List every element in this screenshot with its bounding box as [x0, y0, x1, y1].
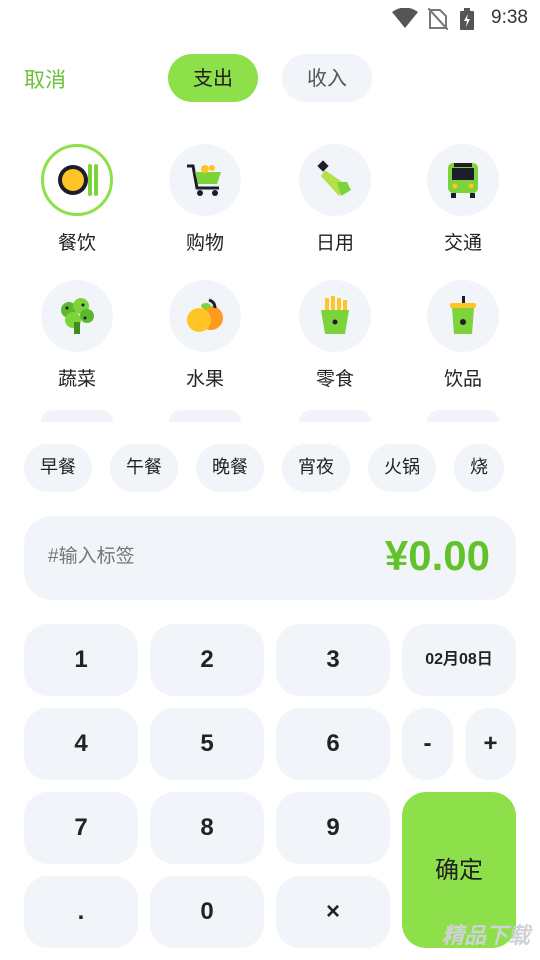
no-sim-icon: [428, 8, 448, 30]
tag-chip[interactable]: 晚餐: [196, 444, 264, 492]
fruit-icon: [169, 280, 241, 352]
cancel-button[interactable]: 取消: [24, 64, 66, 94]
category-label: 餐饮: [57, 232, 96, 254]
category-daily-use[interactable]: 日用: [280, 144, 390, 255]
category-label: 饮品: [443, 368, 482, 390]
category-label: 零食: [315, 368, 354, 390]
key-dot[interactable]: .: [24, 876, 138, 948]
key-1[interactable]: 1: [24, 624, 138, 696]
clock-time: 9:38: [491, 7, 528, 28]
amount-display: ¥0.00: [384, 532, 490, 579]
category-label: 水果: [185, 368, 224, 390]
date-picker-button[interactable]: 02月08日: [402, 624, 516, 696]
bus-icon: [427, 144, 499, 216]
minus-button[interactable]: -: [402, 708, 453, 780]
tag-list: 早餐 午餐 晚餐 宵夜 火锅烧: [24, 444, 516, 492]
tag-input[interactable]: [48, 546, 268, 568]
category-label: 日用: [315, 232, 354, 254]
key-5[interactable]: 5: [150, 708, 264, 780]
drink-icon: [427, 280, 499, 352]
key-9[interactable]: 9: [276, 792, 390, 864]
category-shopping[interactable]: 购物: [150, 144, 260, 255]
category-transport[interactable]: 交通: [408, 144, 518, 255]
category-snacks[interactable]: 零食: [280, 280, 390, 391]
category-label: 购物: [185, 232, 224, 254]
category-dining[interactable]: 餐饮: [22, 144, 132, 255]
category-fruit[interactable]: 水果: [150, 280, 260, 391]
plus-button[interactable]: +: [465, 708, 516, 780]
key-7[interactable]: 7: [24, 792, 138, 864]
tab-expense[interactable]: 支出: [168, 54, 258, 102]
category-vegetables[interactable]: 蔬菜: [22, 280, 132, 391]
toothpaste-icon: [299, 144, 371, 216]
key-6[interactable]: 6: [276, 708, 390, 780]
battery-icon: [460, 8, 474, 30]
status-bar: 9:38: [0, 0, 540, 36]
category-label: 交通: [443, 232, 482, 254]
tag-chip[interactable]: 火锅: [368, 444, 436, 492]
key-3[interactable]: 3: [276, 624, 390, 696]
backspace-button[interactable]: ×: [276, 876, 390, 948]
tag-chip[interactable]: 烧: [454, 444, 504, 492]
key-0[interactable]: 0: [150, 876, 264, 948]
meal-icon: [41, 144, 113, 216]
key-8[interactable]: 8: [150, 792, 264, 864]
watermark-logo: 精品下载: [441, 924, 530, 949]
amount-row: ¥0.00: [24, 516, 516, 600]
category-row-partial: [0, 410, 540, 422]
category-label: 蔬菜: [57, 368, 96, 390]
tab-income[interactable]: 收入: [282, 54, 372, 102]
backspace-icon: ×: [325, 898, 340, 925]
tag-chip[interactable]: 宵夜: [282, 444, 350, 492]
key-2[interactable]: 2: [150, 624, 264, 696]
fries-icon: [299, 280, 371, 352]
tag-chip[interactable]: 午餐: [110, 444, 178, 492]
wifi-icon: [392, 8, 418, 28]
category-drinks[interactable]: 饮品: [408, 280, 518, 391]
broccoli-icon: [41, 280, 113, 352]
shopping-cart-icon: [169, 144, 241, 216]
tag-chip[interactable]: 早餐: [24, 444, 92, 492]
key-4[interactable]: 4: [24, 708, 138, 780]
